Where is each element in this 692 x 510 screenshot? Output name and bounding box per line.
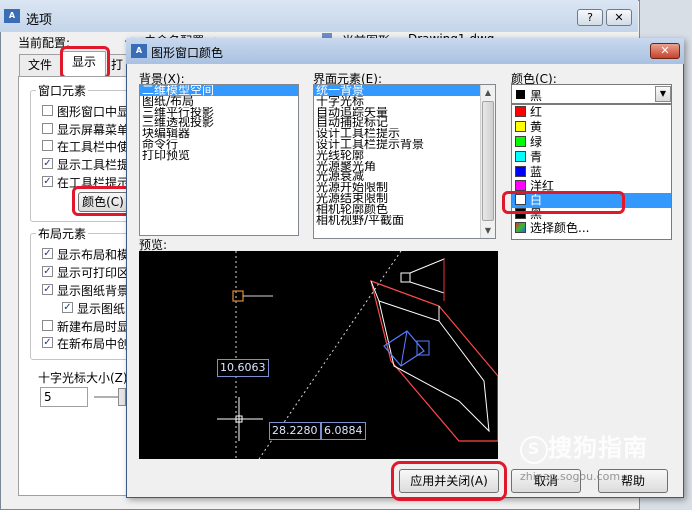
layout-elements-title: 布局元素 [36,225,89,242]
tab-open-save[interactable]: 打 [107,54,127,76]
context-item[interactable]: 二维模型空间 [140,85,298,96]
chevron-down-icon[interactable]: ▼ [655,86,671,102]
interface-element-items: 统一背景 十字光标 自动追踪矢量 自动捕捉标记 设计工具栏提示 设计工具栏提示背… [314,85,480,225]
context-item[interactable]: 块编辑器 [140,128,298,139]
checkbox-layout-elements-1[interactable]: ✓ [42,266,53,277]
layout-elements-label-5: 在新布局中创 [57,337,130,351]
scroll-up-icon[interactable]: ▲ [481,85,495,100]
window-elements-title: 窗口元素 [36,82,89,99]
autosnap-marker [232,290,244,302]
watermark-brand: S 搜狗指南 [520,428,648,464]
color-combobox[interactable]: 黑 ▼ [511,84,672,104]
color-swatch-icon [515,136,526,147]
color-swatch-icon [515,106,526,117]
dialog-app-icon: A [131,44,147,58]
color-option[interactable]: 选择颜色... [512,221,671,236]
watermark-url: zhinan.sogou.com [520,470,621,483]
crosshair-size-label: 十字光标大小(Z) [38,371,128,385]
layout-elements-label-1: 显示可打印区 [57,266,130,280]
dimension-input-1: 10.6063 [217,359,269,377]
color-combobox-value: 黑 [530,89,543,103]
camera-frustum [409,258,445,294]
crosshair-size-input[interactable]: 5 [40,387,88,407]
dimension-input-3: 6.0884 [321,422,366,440]
dialog-close-button[interactable]: ✕ [650,43,680,59]
checkbox-window-elements-3[interactable]: ✓ [42,158,53,169]
element-item[interactable]: 光源衰减 [314,171,480,182]
highlight-color-button [72,186,132,216]
options-help-button[interactable]: ? [577,9,603,26]
layout-elements-label-4: 新建布局时显 [57,320,130,334]
layout-elements-label-0: 显示布局和模 [57,248,130,262]
highlight-white-option [502,191,625,214]
element-item[interactable]: 光源结束限制 [314,193,480,204]
context-item[interactable]: 图纸/布局 [140,96,298,107]
options-window-title: 选项 [26,13,53,28]
element-list-scrollbar[interactable]: ▲ ▼ [480,85,495,238]
element-item[interactable]: 自动追踪矢量 [314,107,480,118]
camera-glyph [400,272,411,283]
checkbox-window-elements-1[interactable] [42,123,53,134]
window-elements-label-0: 图形窗口中显 [57,105,130,119]
checkbox-layout-elements-2[interactable]: ✓ [42,284,53,295]
window-elements-label-1: 显示屏幕菜单 [57,123,130,137]
color-dropdown-list[interactable]: 红 黄 绿 青 蓝 洋红 白 黑 选择颜色... [511,104,672,240]
color-swatch-icon [515,151,526,162]
element-item[interactable]: 光源开始限制 [314,182,480,193]
layout-elements-label-3: 显示图纸 [77,302,126,316]
highlight-apply-button [391,461,507,501]
color-option[interactable]: 青 [512,150,671,165]
element-item[interactable]: 设计工具栏提示 [314,128,480,139]
autocad-app-icon: A [4,9,20,23]
element-item[interactable]: 自动捕捉标记 [314,117,480,128]
element-item[interactable]: 相机视野/平截面 [314,215,480,226]
interface-element-list[interactable]: 统一背景 十字光标 自动追踪矢量 自动捕捉标记 设计工具栏提示 设计工具栏提示背… [313,84,496,239]
window-elements-label-3: 显示工具栏提 [57,158,130,172]
options-close-button[interactable]: ✕ [606,9,632,26]
color-swatch [516,90,525,99]
context-list[interactable]: 二维模型空间 图纸/布局 三维平行投影 三维透视投影 块编辑器 命令行 打印预览 [139,84,299,236]
context-item[interactable]: 三维平行投影 [140,107,298,118]
context-item[interactable]: 打印预览 [140,150,298,161]
color-swatch-icon [515,121,526,132]
checkbox-layout-elements-0[interactable]: ✓ [42,248,53,259]
color-option[interactable]: 绿 [512,135,671,150]
element-item[interactable]: 相机轮廓颜色 [314,204,480,215]
color-option[interactable]: 黄 [512,120,671,135]
color-wheel-icon [515,222,526,233]
checkbox-window-elements-0[interactable] [42,105,53,116]
checkbox-layout-elements-5[interactable]: ✓ [42,337,53,348]
tab-files[interactable]: 文件 [19,54,61,76]
crosshair-slider-thumb[interactable] [118,388,126,406]
element-item[interactable]: 设计工具栏提示背景 [314,139,480,150]
element-item[interactable]: 十字光标 [314,96,480,107]
checkbox-layout-elements-3[interactable]: ✓ [62,302,73,313]
checkbox-window-elements-2[interactable] [42,140,53,151]
highlight-display-tab [60,46,110,79]
dialog-title: 图形窗口颜色 [151,46,224,60]
color-swatch-icon [515,166,526,177]
checkbox-window-elements-4[interactable]: ✓ [42,176,53,187]
element-item[interactable]: 统一背景 [314,85,480,96]
options-title-bar [0,0,638,32]
element-list-scroll-thumb[interactable] [482,101,494,221]
dimension-input-2: 28.2280 [269,422,321,440]
checkbox-layout-elements-4[interactable] [42,320,53,331]
scroll-down-icon[interactable]: ▼ [481,223,495,238]
element-item[interactable]: 光源聚光角 [314,161,480,172]
context-item[interactable]: 三维透视投影 [140,117,298,128]
color-option[interactable]: 蓝 [512,165,671,180]
element-item[interactable]: 光线轮廓 [314,150,480,161]
sogou-logo-icon: S [520,436,548,464]
window-elements-label-2: 在工具栏中使 [57,140,130,154]
color-option[interactable]: 红 [512,105,671,120]
layout-elements-label-2: 显示图纸背景 [57,284,130,298]
preview-canvas: 10.6063 28.2280 6.0884 [139,251,498,459]
context-item[interactable]: 命令行 [140,139,298,150]
color-swatch-icon [515,180,526,191]
